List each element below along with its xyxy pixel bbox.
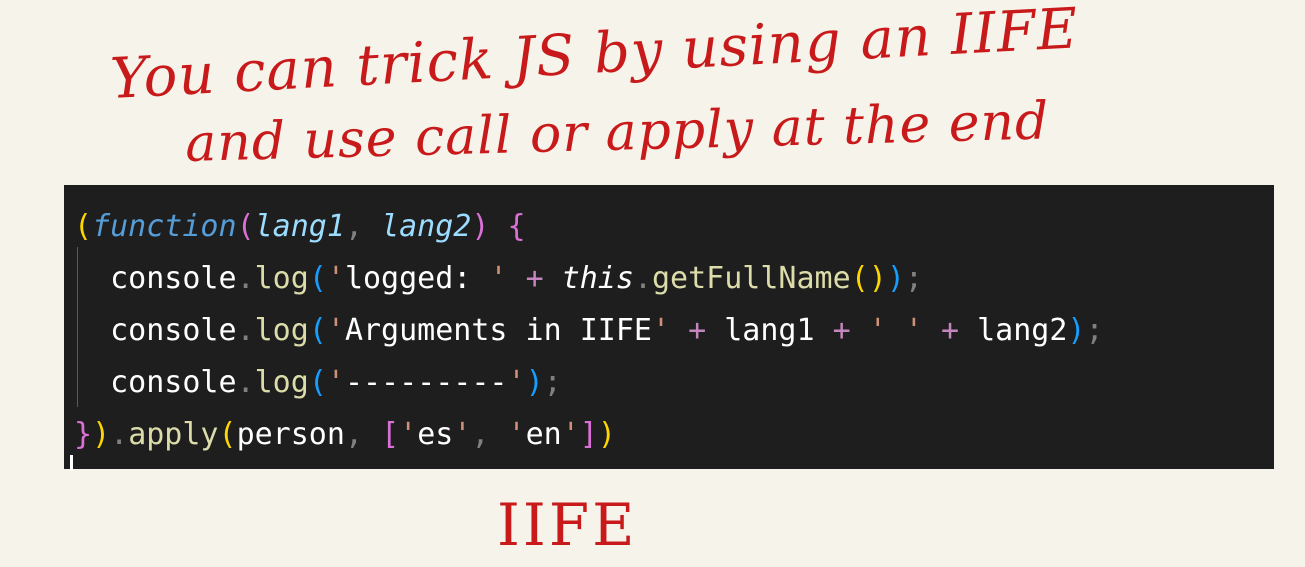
code-line-2: console.log('logged: ' + this.getFullNam…: [110, 261, 923, 296]
iife-label: IIFE: [497, 491, 638, 559]
code-line-1: (function(lang1, lang2) {: [74, 209, 526, 244]
text-cursor: [70, 455, 73, 471]
code-block[interactable]: (function(lang1, lang2) { console.log('l…: [74, 201, 1104, 461]
code-line-5: }).apply(person, ['es', 'en']): [74, 417, 616, 452]
code-line-4: console.log('---------');: [110, 365, 562, 400]
annotation-line-1: You can trick JS by using an IIFE: [108, 0, 1081, 112]
code-line-3: console.log('Arguments in IIFE' + lang1 …: [110, 313, 1104, 348]
annotation-line-2: and use call or apply at the end: [184, 91, 1050, 174]
